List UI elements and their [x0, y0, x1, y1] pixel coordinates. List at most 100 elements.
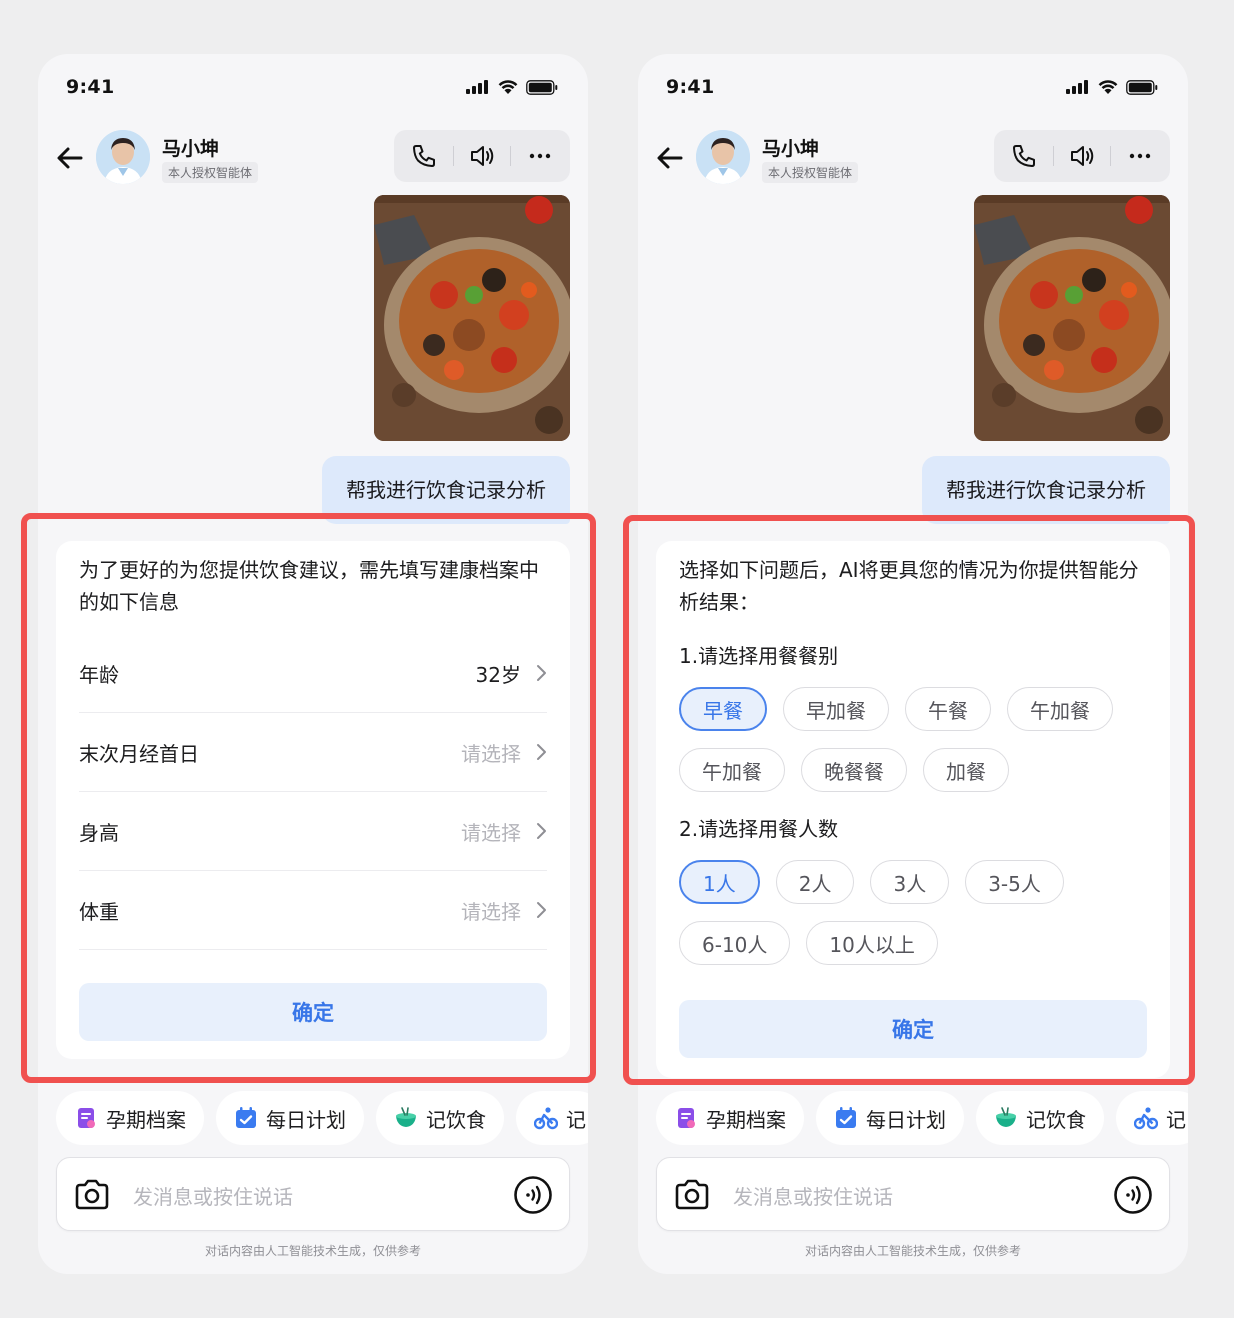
- contact-name: 马小坤: [762, 138, 820, 160]
- contact-name: 马小坤: [162, 138, 220, 160]
- pregnancy-file-icon: [678, 1108, 695, 1128]
- quick-action-exercise[interactable]: 记: [516, 1091, 588, 1145]
- form-row-weight[interactable]: 体重 请选择: [79, 871, 547, 950]
- quick-action-label: 记饮食: [426, 1107, 486, 1132]
- contact-tag: 本人授权智能体: [162, 162, 259, 183]
- form-row-height[interactable]: 身高 请选择: [79, 792, 547, 871]
- more-options-icon[interactable]: [1124, 140, 1156, 172]
- food-photo[interactable]: [374, 195, 570, 441]
- confirm-button[interactable]: 确定: [679, 1000, 1147, 1058]
- meal-option-chip[interactable]: 午餐: [905, 687, 991, 731]
- meal-option-chip[interactable]: 午加餐: [1007, 687, 1113, 731]
- chevron-right-icon: [537, 902, 546, 918]
- row-label: 体重: [79, 900, 119, 924]
- phone-call-icon[interactable]: [1008, 140, 1040, 172]
- cycling-icon: [1134, 1107, 1158, 1130]
- quick-action-pregnancy-file[interactable]: 孕期档案: [656, 1091, 804, 1145]
- wifi-icon: [498, 80, 518, 94]
- row-value: 请选择: [461, 900, 521, 924]
- quick-action-food-log[interactable]: 记饮食: [376, 1091, 504, 1145]
- quick-action-label: 孕期档案: [706, 1107, 786, 1132]
- form-row-age[interactable]: 年龄 32岁: [79, 634, 547, 713]
- header-actions: [994, 130, 1170, 182]
- chevron-right-icon: [537, 744, 546, 760]
- meal-type-options-row-1: 早餐 早加餐 午餐 午加餐: [679, 687, 1150, 731]
- wifi-icon: [1098, 80, 1118, 94]
- phone-screen-health-profile: 9:41 马小坤 本人授权智能体 帮我进行饮食记录分析 为了更好的为您提供饮食建…: [38, 54, 588, 1274]
- diners-option-chip[interactable]: 3-5人: [965, 860, 1064, 904]
- quick-action-label: 每日计划: [866, 1107, 946, 1132]
- speaker-icon[interactable]: [1066, 140, 1098, 172]
- camera-icon[interactable]: [73, 1176, 111, 1214]
- more-options-icon[interactable]: [524, 140, 556, 172]
- diners-option-chip[interactable]: 1人: [679, 860, 760, 904]
- diners-options-row-2: 6-10人 10人以上: [679, 921, 1150, 965]
- meal-option-chip[interactable]: 加餐: [923, 748, 1009, 792]
- diners-option-chip[interactable]: 10人以上: [806, 921, 938, 965]
- form-row-last-period[interactable]: 末次月经首日 请选择: [79, 713, 547, 792]
- battery-icon: [1126, 79, 1158, 95]
- pregnancy-file-icon: [78, 1108, 95, 1128]
- chevron-right-icon: [537, 665, 546, 681]
- phone-call-icon[interactable]: [408, 140, 440, 172]
- card-intro-text: 为了更好的为您提供饮食建议，需先填写建康档案中的如下信息: [79, 558, 539, 614]
- message-input-bar[interactable]: 发消息或按住说话: [56, 1157, 570, 1231]
- status-bar: 9:41: [638, 54, 1188, 116]
- cycling-icon: [534, 1107, 558, 1130]
- ai-disclaimer: 对话内容由人工智能技术生成，仅供参考: [204, 1244, 421, 1258]
- battery-icon: [526, 79, 558, 95]
- meal-option-chip[interactable]: 午加餐: [679, 748, 785, 792]
- quick-actions-bar: 孕期档案 每日计划 记饮食 记: [656, 1091, 1188, 1147]
- back-arrow-icon[interactable]: [54, 142, 86, 174]
- user-message-bubble: 帮我进行饮食记录分析: [922, 456, 1170, 524]
- quick-action-label: 记饮食: [1026, 1107, 1086, 1132]
- meal-question-card: 选择如下问题后，AI将更具您的情况为你提供智能分析结果： 1.请选择用餐餐别 早…: [656, 541, 1170, 1078]
- quick-action-exercise[interactable]: 记: [1116, 1091, 1188, 1145]
- calendar-check-icon: [236, 1107, 256, 1128]
- status-time: 9:41: [666, 76, 715, 98]
- row-value: 请选择: [461, 742, 521, 766]
- diners-option-chip[interactable]: 3人: [870, 860, 950, 904]
- card-intro-text: 选择如下问题后，AI将更具您的情况为你提供智能分析结果：: [679, 558, 1139, 614]
- food-bowl-icon: [396, 1107, 416, 1127]
- chevron-right-icon: [537, 823, 546, 839]
- voice-input-icon[interactable]: [513, 1175, 553, 1215]
- diners-option-chip[interactable]: 2人: [775, 860, 855, 904]
- contact-tag: 本人授权智能体: [762, 162, 859, 183]
- row-label: 年龄: [79, 663, 119, 687]
- quick-action-pregnancy-file[interactable]: 孕期档案: [56, 1091, 204, 1145]
- diners-options-row-1: 1人 2人 3人 3-5人: [679, 860, 1150, 904]
- quick-action-label: 每日计划: [266, 1107, 346, 1132]
- signal-icon: [466, 80, 488, 94]
- voice-input-icon[interactable]: [1113, 1175, 1153, 1215]
- row-value: 32岁: [475, 663, 521, 687]
- status-bar: 9:41: [38, 54, 588, 116]
- food-photo[interactable]: [974, 195, 1170, 441]
- health-profile-card: 为了更好的为您提供饮食建议，需先填写建康档案中的如下信息 年龄 32岁 末次月经…: [56, 541, 570, 1059]
- diners-option-chip[interactable]: 6-10人: [679, 921, 791, 965]
- chat-header: 马小坤 本人授权智能体: [38, 128, 588, 188]
- question-diners-title: 2.请选择用餐人数: [679, 817, 839, 841]
- speaker-icon[interactable]: [466, 140, 498, 172]
- meal-option-chip[interactable]: 早加餐: [783, 687, 889, 731]
- row-label: 身高: [79, 821, 119, 845]
- meal-option-chip[interactable]: 早餐: [679, 687, 767, 731]
- phone-screen-meal-questions: 9:41 马小坤 本人授权智能体 帮我进行饮食记录分析 选择如下问题后，AI将更…: [638, 54, 1188, 1274]
- avatar[interactable]: [696, 130, 750, 184]
- meal-option-chip[interactable]: 晚餐餐: [801, 748, 907, 792]
- food-bowl-icon: [996, 1107, 1016, 1127]
- quick-action-daily-plan[interactable]: 每日计划: [216, 1091, 364, 1145]
- ai-disclaimer: 对话内容由人工智能技术生成，仅供参考: [804, 1244, 1021, 1258]
- status-time: 9:41: [66, 76, 115, 98]
- quick-action-daily-plan[interactable]: 每日计划: [816, 1091, 964, 1145]
- avatar[interactable]: [96, 130, 150, 184]
- header-actions: [394, 130, 570, 182]
- message-input-placeholder: 发消息或按住说话: [733, 1185, 893, 1209]
- question-meal-type-title: 1.请选择用餐餐别: [679, 644, 839, 668]
- back-arrow-icon[interactable]: [654, 142, 686, 174]
- quick-action-food-log[interactable]: 记饮食: [976, 1091, 1104, 1145]
- camera-icon[interactable]: [673, 1176, 711, 1214]
- message-input-bar[interactable]: 发消息或按住说话: [656, 1157, 1170, 1231]
- chat-header: 马小坤 本人授权智能体: [638, 128, 1188, 188]
- confirm-button[interactable]: 确定: [79, 983, 547, 1041]
